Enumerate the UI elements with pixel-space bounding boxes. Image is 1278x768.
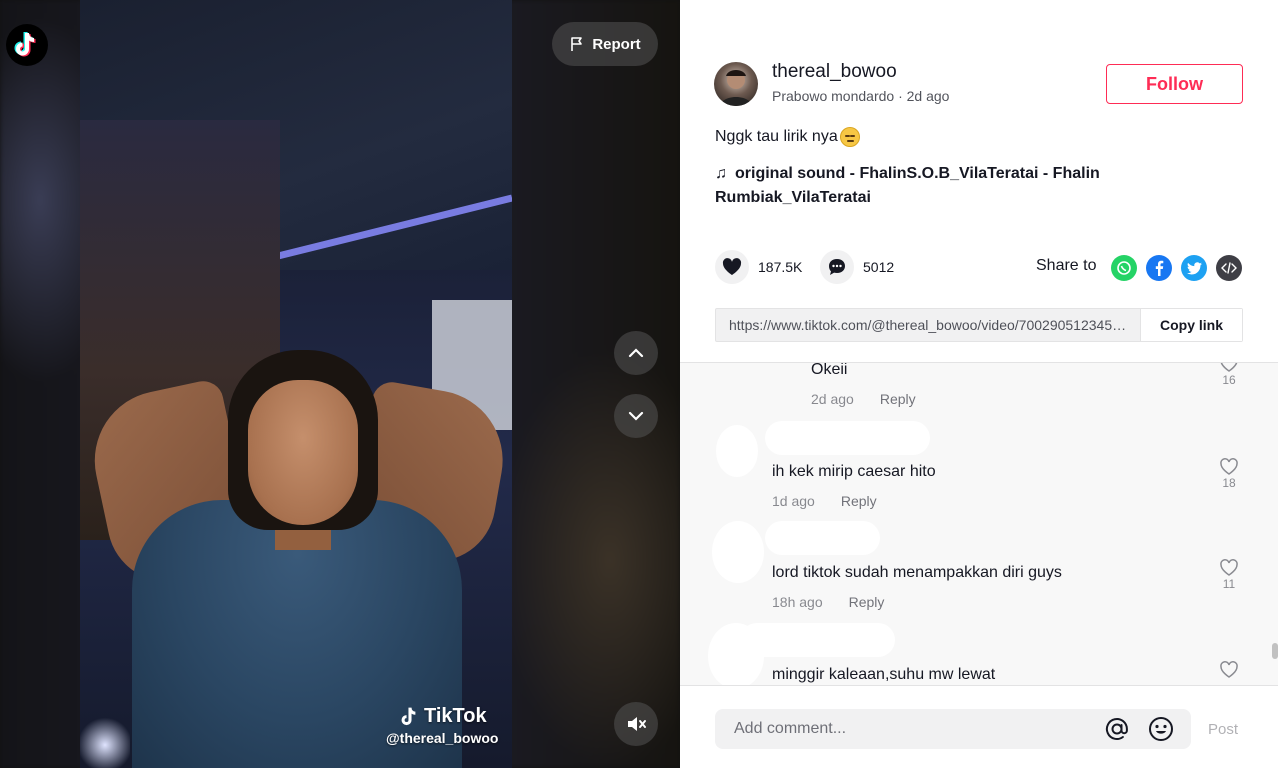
comment-button[interactable] <box>820 250 854 284</box>
comment-username[interactable] <box>765 421 930 455</box>
comment-meta: 1d ago Reply <box>772 493 877 509</box>
author-nickname-date: Prabowo mondardo · 2d ago <box>772 88 950 104</box>
heart-outline-icon <box>1220 559 1238 576</box>
watermark-handle: @thereal_bowoo <box>386 730 499 746</box>
video-watermark: TikTok @thereal_bowoo <box>386 705 498 746</box>
like-count: 187.5K <box>758 259 803 275</box>
comment-scrollbar[interactable] <box>1272 643 1278 659</box>
video-link-url[interactable]: https://www.tiktok.com/@thereal_bowoo/vi… <box>716 309 1140 341</box>
chevron-up-icon <box>628 348 644 358</box>
video-player[interactable] <box>80 0 512 768</box>
comment-composer <box>715 709 1191 749</box>
video-scene-lamp <box>80 715 130 768</box>
comment-time: 18h ago <box>772 594 823 610</box>
mention-icon[interactable] <box>1103 715 1131 743</box>
chevron-down-icon <box>628 411 644 421</box>
comment-like-button[interactable]: 18 <box>1217 458 1241 490</box>
previous-video-button[interactable] <box>614 331 658 375</box>
like-stat: 187.5K <box>715 250 802 284</box>
heart-outline-icon <box>1220 661 1238 678</box>
copy-link-button[interactable]: Copy link <box>1140 309 1242 341</box>
like-button[interactable] <box>715 250 749 284</box>
comment-time: 1d ago <box>772 493 815 509</box>
mute-button[interactable] <box>614 702 658 746</box>
heart-outline-icon <box>1220 363 1238 372</box>
music-link[interactable]: ♫ original sound - FhalinS.O.B_VilaTerata… <box>715 162 1165 210</box>
follow-button[interactable]: Follow <box>1106 64 1243 104</box>
music-note-icon: ♫ <box>715 165 727 182</box>
embed-code-icon[interactable] <box>1216 255 1242 281</box>
comment-avatar[interactable] <box>716 425 758 477</box>
watermark-brand: TikTok <box>424 705 487 727</box>
comment-time: 2d ago <box>811 391 854 407</box>
comment-meta: 18h ago Reply <box>772 594 884 610</box>
comment-list[interactable]: Okeii 2d ago Reply 16 ih kek mirip caesar… <box>680 362 1278 686</box>
comment-username[interactable] <box>765 521 880 555</box>
comment-text: Okeii <box>811 362 848 378</box>
comment-like-button[interactable]: 11 <box>1217 559 1241 591</box>
facebook-icon[interactable] <box>1146 255 1172 281</box>
flag-icon <box>571 37 583 51</box>
comment-avatar[interactable] <box>712 521 764 583</box>
comment-like-count: 16 <box>1222 373 1236 387</box>
speaker-muted-icon <box>628 717 646 731</box>
comment-count: 5012 <box>863 259 895 275</box>
music-title: original sound - FhalinS.O.B_VilaTeratai… <box>715 165 1100 206</box>
reply-button[interactable]: Reply <box>849 594 885 610</box>
video-person-face <box>248 380 358 525</box>
comment-like-count: 11 <box>1222 577 1236 591</box>
post-comment-button[interactable]: Post <box>1208 721 1238 738</box>
comment-username[interactable] <box>740 623 895 657</box>
relieved-face-icon <box>839 127 860 147</box>
report-button[interactable]: Report <box>552 22 658 66</box>
whatsapp-icon[interactable] <box>1111 255 1137 281</box>
caption-text: Nggk tau lirik nya <box>715 128 838 145</box>
comment-text: ih kek mirip caesar hito <box>772 463 936 480</box>
heart-outline-icon <box>1220 458 1238 475</box>
comment-text: lord tiktok sudah menampakkan diri guys <box>772 564 1062 581</box>
comment-meta: 2d ago Reply <box>811 391 916 407</box>
comment-like-count: 18 <box>1222 476 1236 490</box>
author-username[interactable]: thereal_bowoo <box>772 61 897 83</box>
tiktok-logo-icon[interactable] <box>6 24 48 66</box>
video-pane: Report TikTok @thereal_bowoo <box>0 0 680 768</box>
avatar[interactable] <box>714 62 758 106</box>
heart-icon <box>722 258 742 275</box>
comment-text: minggir kaleaan,suhu mw lewat <box>772 666 996 683</box>
comment-bubble-icon <box>829 259 845 275</box>
next-video-button[interactable] <box>614 394 658 438</box>
share-label: Share to <box>1036 257 1097 274</box>
video-link-box: https://www.tiktok.com/@thereal_bowoo/vi… <box>715 308 1243 342</box>
emoji-icon[interactable] <box>1147 715 1175 743</box>
video-caption: Nggk tau lirik nya <box>715 127 860 147</box>
comment-stat: 5012 <box>820 250 894 284</box>
comment-input[interactable] <box>715 720 1103 738</box>
tiktok-note-icon <box>401 707 416 725</box>
info-pane: thereal_bowoo Prabowo mondardo · 2d ago … <box>680 0 1278 768</box>
twitter-icon[interactable] <box>1181 255 1207 281</box>
report-label: Report <box>592 35 641 53</box>
reply-button[interactable]: Reply <box>841 493 877 509</box>
comment-like-button[interactable]: 16 <box>1217 363 1241 387</box>
comment-like-button[interactable] <box>1217 661 1241 679</box>
reply-button[interactable]: Reply <box>880 391 916 407</box>
